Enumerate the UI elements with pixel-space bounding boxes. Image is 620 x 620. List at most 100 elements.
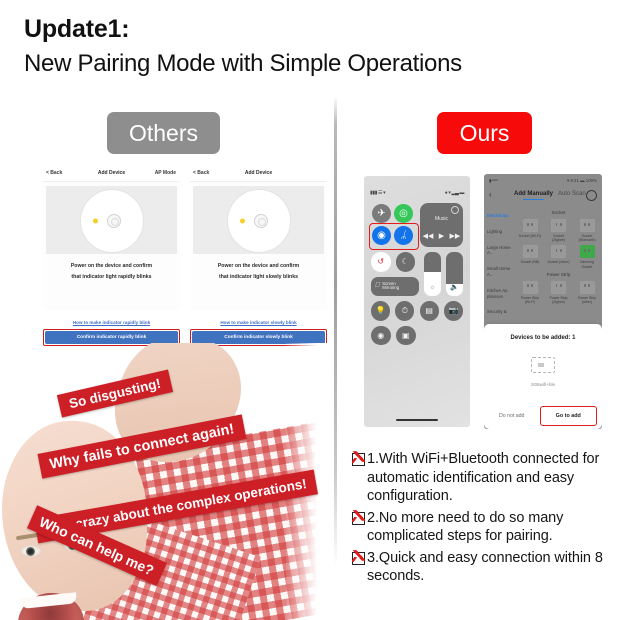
screen2-title: Add Device (244, 170, 273, 176)
badge-others-label: Others (128, 119, 199, 146)
screen2-navbar: < Back Add Device (190, 167, 327, 182)
screen1-ap-mode-label[interactable]: AP Mode (155, 170, 176, 176)
others-screen-2: < Back Add Device Power on the device an… (190, 167, 327, 310)
screen2-help-link[interactable]: How to make indicator slowly blink (190, 320, 327, 325)
back-icon[interactable]: ‹ (489, 190, 492, 199)
power-strip-icon (522, 280, 538, 294)
tab-add-manually[interactable]: Add Manually (514, 191, 553, 200)
device-card[interactable]: Socket (Wi-Fi) (518, 219, 542, 242)
scan-icon[interactable] (586, 190, 597, 201)
sidebar-item-large-home[interactable]: Large Home A... (484, 240, 515, 262)
screen-mirroring-tile[interactable]: ⎕ Screen Mirroring (371, 276, 419, 296)
device-illustration-icon (226, 189, 291, 254)
previous-track-icon[interactable]: ◀◀ (423, 232, 434, 240)
go-to-add-button[interactable]: Go to add (539, 406, 597, 426)
airplay-icon[interactable] (451, 206, 459, 214)
brightness-slider[interactable]: ☼ (424, 252, 441, 296)
volume-icon: 🔈 (450, 284, 459, 291)
others-panel: < Back Add Device AP Mode Power on the d… (0, 167, 334, 620)
device-card[interactable]: Socket (Zigbee) (547, 219, 571, 242)
tab-auto-scan[interactable]: Auto Scan (558, 191, 586, 197)
device-button-icon (106, 214, 121, 229)
feature-item-1: 1.With WiFi+Bluetooth connected for auto… (352, 450, 618, 506)
sidebar-item-security[interactable]: Security & (484, 304, 515, 320)
device-card-highlighted[interactable]: Dimming Socket (575, 245, 599, 269)
music-widget[interactable]: Music ◀◀ ▶ ▶▶ (420, 203, 463, 247)
dialog-title: Devices to be added: 1 (510, 335, 576, 341)
indicator-light-icon (239, 218, 245, 224)
calculator-icon[interactable]: ▤ (419, 301, 439, 321)
flashlight-icon[interactable]: 💡 (371, 301, 390, 321)
device-card[interactable]: Power Strip (other) (575, 280, 599, 304)
page-subtitle: New Pairing Mode with Simple Operations (24, 50, 462, 78)
socket-icon (522, 219, 538, 232)
socket-row-2: Socket (NB) Socket (other) Dimming Socke… (518, 245, 599, 269)
control-center-grid: ✈ ◎ ◉ ᛦ Music ◀◀ ▶ ▶▶ ↺ ☾ ⎕ Screen Mirro… (369, 203, 463, 350)
screen1-caption-line1: Power on the device and confirm (70, 263, 153, 269)
device-thumbnail-icon (531, 357, 555, 373)
dialog-actions: Do not add Go to add (484, 403, 602, 429)
socket-icon (579, 219, 595, 232)
sidebar-item-kitchen[interactable]: Kitchen Ap pliances (484, 283, 515, 305)
device-card[interactable]: Power Strip (Wi-Fi) (518, 280, 542, 304)
music-label: Music (434, 216, 449, 222)
device-card[interactable]: Socket (Bluetooth) (575, 219, 599, 242)
timer-icon[interactable]: ⏱ (395, 301, 415, 321)
badge-others: Others (107, 112, 220, 154)
ios-status-left: ▮▮▮ ☰ ▾ (370, 190, 386, 196)
next-track-icon[interactable]: ▶▶ (450, 232, 461, 240)
feature-list: 1.With WiFi+Bluetooth connected for auto… (352, 450, 618, 589)
dialog-device-name: zt06wifi+ble (530, 382, 556, 387)
music-controls[interactable]: ◀◀ ▶ ▶▶ (420, 232, 463, 240)
screen1-help-link[interactable]: How to make indicator rapidly blink (43, 320, 180, 325)
device-card[interactable]: Power Strip (Zigbee) (547, 280, 571, 304)
code-scanner-icon[interactable]: ▣ (396, 325, 416, 345)
sidebar-item-electrician[interactable]: Electrician (484, 208, 515, 224)
power-strip-row: Power Strip (Wi-Fi) Power Strip (Zigbee)… (518, 280, 599, 304)
screen1-caption-line2: that indicator light rapidly blinks (71, 273, 152, 280)
others-screenshots: < Back Add Device AP Mode Power on the d… (43, 167, 328, 312)
play-icon[interactable]: ▶ (439, 232, 444, 240)
socket-icon (551, 245, 566, 259)
device-label: Socket (Zigbee) (551, 234, 566, 243)
do-not-disturb-icon[interactable]: ☾ (395, 252, 415, 272)
power-strip-icon (579, 280, 595, 294)
brightness-icon: ☼ (429, 284, 436, 291)
cc-row-4: ◉ ▣ (371, 325, 463, 345)
camera-icon[interactable]: 📷 (444, 301, 463, 321)
section-title-power-strip: Power Strip (546, 271, 571, 277)
sidebar-item-small-home[interactable]: Small Home A... (484, 261, 515, 283)
tuya-app-screenshot: ▮•ᵒᵒᵒ ▾ 9:41 ▬ 100% ‹ Add Manually Auto … (484, 174, 602, 429)
airplane-mode-icon[interactable]: ✈ (372, 204, 391, 223)
device-label: Dimming Socket (580, 260, 594, 269)
volume-slider[interactable]: 🔈 (446, 252, 463, 296)
sidebar-item-lighting[interactable]: Lighting (484, 224, 515, 240)
socket-icon (522, 245, 538, 259)
promo-page: Update1: New Pairing Mode with Simple Op… (0, 0, 620, 620)
screen-record-icon[interactable]: ◉ (371, 325, 391, 345)
rotation-lock-icon[interactable]: ↺ (371, 252, 391, 272)
others-screen-1: < Back Add Device AP Mode Power on the d… (43, 167, 180, 310)
device-card[interactable]: Socket (other) (547, 245, 571, 268)
device-label: Socket (Bluetooth) (578, 234, 596, 243)
screen1-navbar: < Back Add Device AP Mode (43, 167, 180, 182)
do-not-add-button[interactable]: Do not add (484, 413, 540, 419)
screen1-illustration (46, 186, 177, 254)
device-card[interactable]: Socket (NB) (518, 245, 542, 268)
socket-icon (551, 219, 566, 232)
feature-item-2: 2.No more need to do so many complicated… (352, 509, 618, 546)
screen2-caption: Power on the device and confirm that ind… (190, 261, 327, 283)
tuya-status-right: ▾ 9:41 ▬ 100% (566, 178, 597, 183)
cellular-data-icon[interactable]: ◎ (394, 204, 413, 223)
ios-status-right: ● ▾ ▂▃ ▬ (444, 190, 465, 196)
page-header: Update1: New Pairing Mode with Simple Op… (24, 14, 604, 79)
tuya-status-left: ▮•ᵒᵒᵒ (489, 178, 498, 183)
wifi-bluetooth-highlight (369, 223, 419, 250)
screen2-caption-line1: Power on the device and confirm (217, 263, 300, 269)
device-label: Socket (other) (547, 260, 570, 265)
screen1-caption: Power on the device and confirm that ind… (43, 261, 180, 283)
indicator-light-icon (92, 218, 98, 224)
device-button-icon (253, 214, 268, 229)
connectivity-group: ✈ ◎ ◉ ᛦ (369, 203, 419, 250)
feature-item-1-label: 1.With WiFi+Bluetooth connected for auto… (367, 451, 600, 505)
